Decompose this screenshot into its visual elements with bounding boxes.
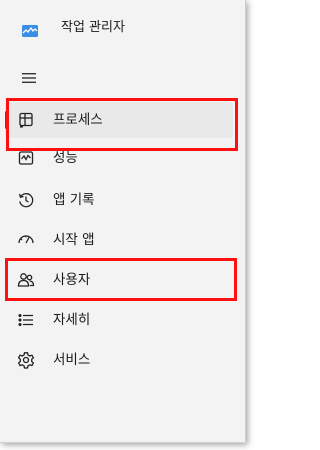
users-icon xyxy=(17,271,35,289)
nav-item-app-history-label: 앱 기록 xyxy=(53,192,95,208)
window-title: 작업 관리자 xyxy=(61,20,125,35)
nav-item-details[interactable]: 자세히 xyxy=(5,302,233,338)
nav-item-details-label: 자세히 xyxy=(53,312,91,328)
nav-item-performance-label: 성능 xyxy=(53,150,78,166)
selected-indicator xyxy=(5,111,8,129)
app-history-icon xyxy=(17,191,35,209)
nav-item-processes[interactable]: 프로세스 xyxy=(5,102,233,138)
startup-apps-icon xyxy=(17,231,35,249)
nav-item-processes-label: 프로세스 xyxy=(53,112,103,128)
nav-item-performance[interactable]: 성능 xyxy=(5,140,233,176)
nav-item-startup-apps[interactable]: 시작 앱 xyxy=(5,222,233,258)
title-bar: 작업 관리자 xyxy=(0,0,245,58)
processes-icon xyxy=(17,111,35,129)
hamburger-menu-button[interactable] xyxy=(12,63,48,93)
task-manager-window: 작업 관리자 프로세스 성능 앱 기록 시작 앱 사용자 자세히 서비스 xyxy=(0,0,246,443)
nav-item-services-label: 서비스 xyxy=(53,352,91,368)
services-icon xyxy=(17,351,35,369)
task-manager-app-icon xyxy=(22,22,38,37)
details-icon xyxy=(17,311,35,329)
nav-item-app-history[interactable]: 앱 기록 xyxy=(5,182,233,218)
nav-item-startup-apps-label: 시작 앱 xyxy=(53,232,95,248)
nav-item-users-label: 사용자 xyxy=(53,272,91,288)
nav-item-services[interactable]: 서비스 xyxy=(5,342,233,378)
performance-icon xyxy=(17,149,35,167)
nav-item-users[interactable]: 사용자 xyxy=(5,262,233,298)
hamburger-icon xyxy=(22,69,38,88)
